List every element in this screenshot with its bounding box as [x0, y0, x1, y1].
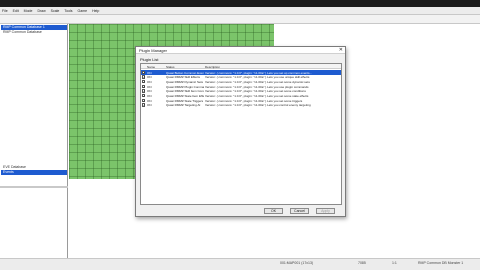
plugin-list-label: Plugin List — [140, 57, 159, 62]
column-description[interactable]: Description — [205, 65, 220, 69]
menu-bar: File Edit Mode Draw Scale Tools Game Hel… — [0, 7, 480, 15]
plugin-manager-dialog: Plugin Manager ✕ Plugin List Name Status… — [135, 46, 346, 217]
menu-game[interactable]: Game — [78, 7, 88, 15]
close-icon[interactable]: ✕ — [339, 47, 343, 54]
status-zoom: 1:1 — [392, 261, 397, 265]
status-coords: 7085 — [358, 261, 366, 265]
plugin-status: ON — [147, 103, 152, 108]
plugin-description: Version: { commons: "1.0.0", plugin: "v1… — [205, 103, 311, 108]
checkbox[interactable]: ✓ — [142, 84, 146, 88]
status-bar: 001:MAP001 (17x13) 7085 1:1 RMP Common D… — [0, 258, 480, 270]
column-status[interactable]: Status — [166, 65, 175, 69]
menu-scale[interactable]: Scale — [51, 7, 60, 15]
menu-tools[interactable]: Tools — [64, 7, 72, 15]
menu-help[interactable]: Help — [92, 7, 99, 15]
checkbox[interactable]: ✓ — [142, 75, 146, 79]
menu-mode[interactable]: Mode — [24, 7, 33, 15]
checkbox[interactable]: ✓ — [142, 98, 146, 102]
checkbox[interactable]: ✓ — [142, 103, 146, 107]
column-name[interactable]: Name — [147, 65, 155, 69]
dialog-title: Plugin Manager — [139, 48, 168, 53]
project-panel: RMP Common Database 1 RMP Common Databas… — [0, 24, 68, 258]
plugin-name: Quasi RMMZ Targeting AI — [166, 103, 201, 108]
status-event: RMP Common DB Monster 1 — [418, 261, 464, 265]
tree-item-events[interactable]: Events — [1, 170, 67, 175]
menu-edit[interactable]: Edit — [13, 7, 19, 15]
tree-item-database[interactable]: RMP Common Database — [1, 30, 67, 35]
plugin-row[interactable]: ✓ ON Quasi RMMZ Targeting AI Version: { com… — [141, 103, 341, 108]
plugin-table: Name Status Description ✓ ON Quasi Button … — [140, 63, 342, 205]
panel-divider[interactable] — [0, 186, 68, 188]
menu-file[interactable]: File — [2, 7, 8, 15]
dialog-title-bar: Plugin Manager ✕ — [136, 47, 345, 54]
cancel-button[interactable]: Cancel — [290, 208, 309, 214]
table-header: Name Status Description — [141, 64, 341, 69]
apply-button[interactable]: Apply — [316, 208, 335, 214]
checkbox[interactable]: ✓ — [142, 89, 146, 93]
ok-button[interactable]: OK — [264, 208, 283, 214]
toolbar — [0, 15, 480, 24]
menu-draw[interactable]: Draw — [37, 7, 45, 15]
checkbox[interactable]: ✓ — [142, 79, 146, 84]
status-map: 001:MAP001 (17x13) — [280, 261, 314, 265]
checkbox[interactable]: ✓ — [142, 70, 146, 74]
checkbox[interactable]: ✓ — [142, 94, 146, 98]
app-window: File Edit Mode Draw Scale Tools Game Hel… — [0, 0, 480, 270]
